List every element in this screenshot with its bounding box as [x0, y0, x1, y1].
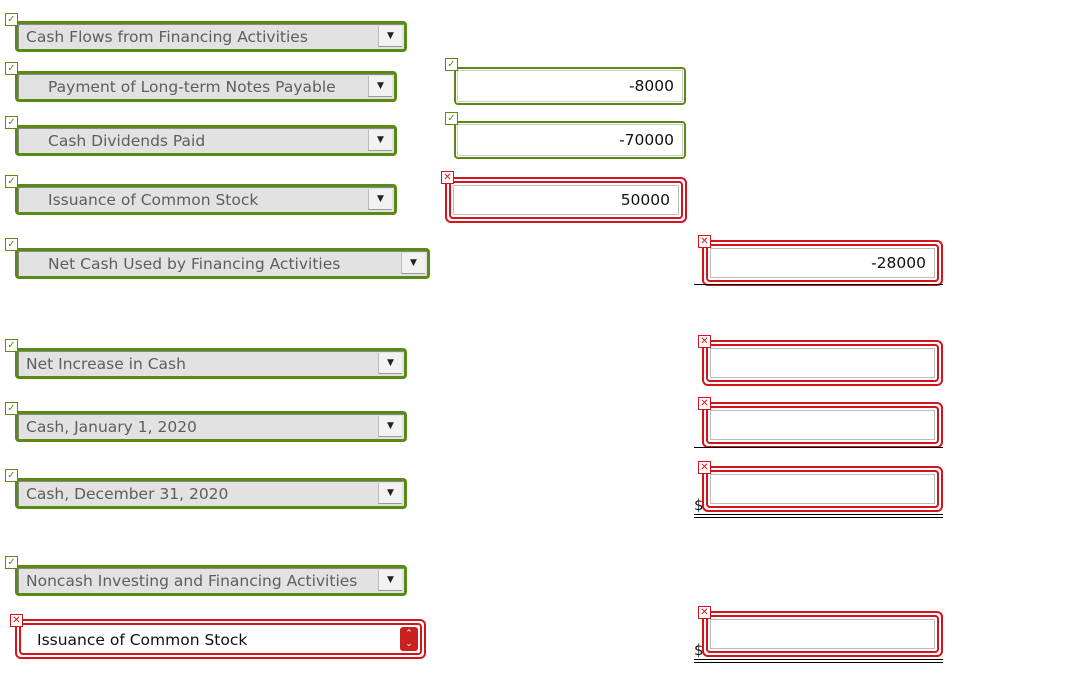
account-select[interactable]: Net Increase in Cash ▼	[15, 348, 407, 379]
incorrect-x-icon: ✕	[441, 171, 454, 184]
select-value: Issuance of Common Stock	[48, 191, 259, 209]
total-double-underline	[694, 662, 943, 663]
amount-input[interactable]: -70000	[454, 121, 686, 159]
select-value: Noncash Investing and Financing Activiti…	[26, 572, 358, 590]
correct-check-icon: ✓	[5, 116, 18, 129]
account-select[interactable]: Payment of Long-term Notes Payable ▼	[15, 71, 397, 102]
chevron-down-icon[interactable]: ▼	[368, 130, 392, 151]
amount-value: -8000	[628, 77, 674, 95]
total-input[interactable]	[702, 611, 943, 657]
total-field[interactable]: -28000	[710, 248, 935, 278]
total-input[interactable]: -28000	[702, 240, 943, 286]
amount-input[interactable]: -8000	[454, 67, 686, 105]
account-select[interactable]: Cash Flows from Financing Activities ▼	[15, 21, 407, 52]
chevron-down-icon[interactable]: ▼	[378, 353, 402, 374]
select-value: Net Cash Used by Financing Activities	[48, 255, 341, 273]
incorrect-x-icon: ✕	[698, 461, 711, 474]
incorrect-x-icon: ✕	[698, 397, 711, 410]
account-select[interactable]: Issuance of Common Stock ⌃ ⌄	[15, 619, 426, 659]
select-value: Cash, January 1, 2020	[26, 418, 197, 436]
total-field[interactable]	[710, 474, 935, 504]
correct-check-icon: ✓	[5, 13, 18, 26]
correct-check-icon: ✓	[5, 556, 18, 569]
total-field[interactable]	[710, 619, 935, 649]
total-double-underline	[694, 517, 943, 518]
chevron-down-icon[interactable]: ▼	[378, 416, 402, 437]
chevron-down-icon[interactable]: ▼	[368, 189, 392, 210]
correct-check-icon: ✓	[5, 469, 18, 482]
incorrect-x-icon: ✕	[10, 614, 23, 627]
total-double-underline	[694, 514, 943, 515]
correct-check-icon: ✓	[5, 339, 18, 352]
total-input[interactable]	[702, 466, 943, 512]
account-select[interactable]: Cash, December 31, 2020 ▼	[15, 478, 407, 509]
total-field[interactable]	[710, 348, 935, 378]
incorrect-x-icon: ✕	[698, 235, 711, 248]
incorrect-x-icon: ✕	[698, 335, 711, 348]
chevron-down-icon[interactable]: ▼	[401, 253, 425, 274]
select-value: Net Increase in Cash	[26, 355, 186, 373]
correct-check-icon: ✓	[5, 175, 18, 188]
account-select[interactable]: Issuance of Common Stock ▼	[15, 184, 397, 215]
correct-check-icon: ✓	[445, 112, 458, 125]
total-double-underline	[694, 659, 943, 660]
select-value: Cash Flows from Financing Activities	[26, 28, 308, 46]
spinner-chevron-icon[interactable]: ⌃ ⌄	[400, 627, 418, 651]
select-value: Issuance of Common Stock	[37, 631, 248, 649]
account-select[interactable]: Cash Dividends Paid ▼	[15, 125, 397, 156]
subtotal-underline	[694, 447, 943, 448]
currency-symbol: $	[694, 641, 704, 659]
select-value: Cash, December 31, 2020	[26, 485, 229, 503]
correct-check-icon: ✓	[5, 238, 18, 251]
amount-value: 50000	[620, 191, 670, 209]
amount-field[interactable]: -8000	[457, 70, 683, 102]
total-input[interactable]	[702, 402, 943, 448]
chevron-down-icon[interactable]: ▼	[378, 26, 402, 47]
chevron-down-icon[interactable]: ▼	[368, 76, 392, 97]
chevron-down-icon[interactable]: ▼	[378, 483, 402, 504]
total-input[interactable]	[702, 340, 943, 386]
account-select[interactable]: Net Cash Used by Financing Activities ▼	[15, 248, 430, 279]
account-select[interactable]: Noncash Investing and Financing Activiti…	[15, 565, 407, 596]
amount-field[interactable]: 50000	[453, 185, 679, 215]
correct-check-icon: ✓	[445, 58, 458, 71]
amount-field[interactable]: -70000	[457, 124, 683, 156]
total-field[interactable]	[710, 410, 935, 440]
incorrect-x-icon: ✕	[698, 606, 711, 619]
amount-value: -70000	[619, 131, 674, 149]
total-value: -28000	[871, 254, 926, 272]
correct-check-icon: ✓	[5, 402, 18, 415]
select-value: Cash Dividends Paid	[48, 132, 206, 150]
account-select[interactable]: Cash, January 1, 2020 ▼	[15, 411, 407, 442]
select-value: Payment of Long-term Notes Payable	[48, 78, 336, 96]
correct-check-icon: ✓	[5, 62, 18, 75]
subtotal-underline	[694, 284, 943, 285]
chevron-down-icon[interactable]: ▼	[378, 570, 402, 591]
currency-symbol: $	[694, 496, 704, 514]
amount-input[interactable]: 50000	[445, 177, 687, 223]
